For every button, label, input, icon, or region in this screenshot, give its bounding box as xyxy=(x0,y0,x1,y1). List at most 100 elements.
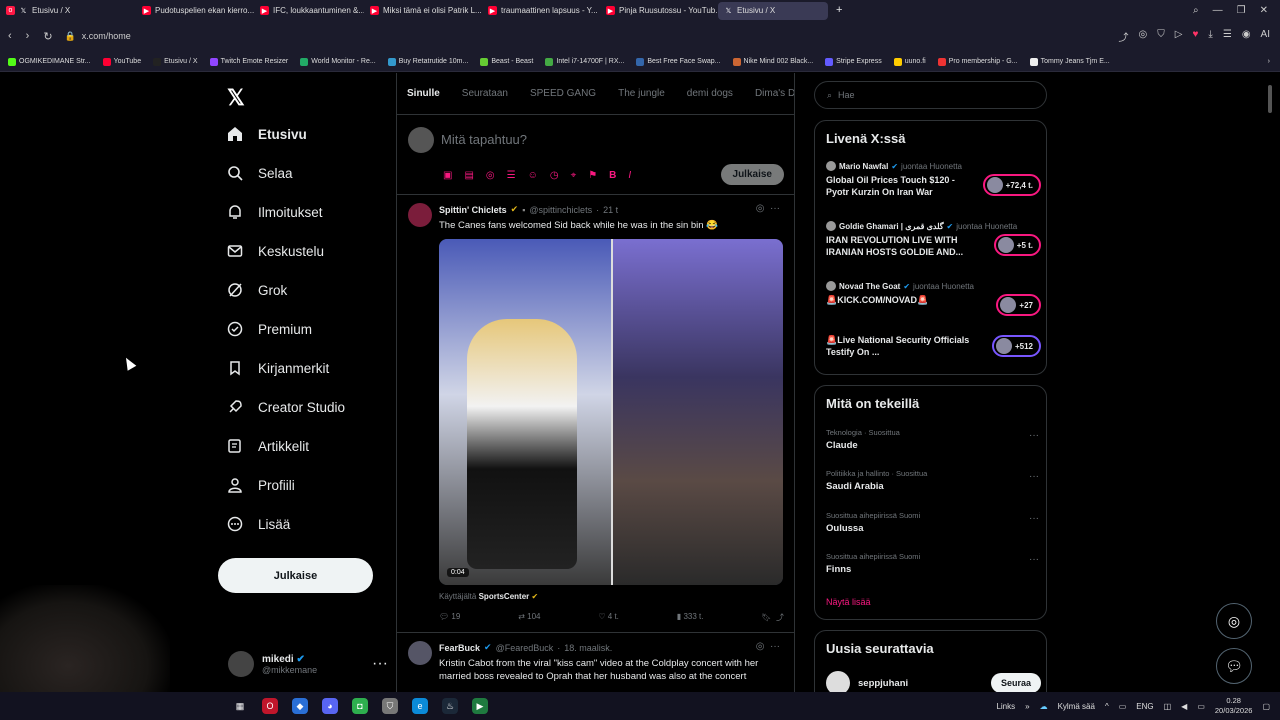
bookmark-item[interactable]: Nike Mind 002 Black... xyxy=(732,57,813,66)
nav-item-grok[interactable]: Grok xyxy=(226,281,287,299)
reload-icon[interactable]: ↻ xyxy=(43,30,52,43)
tab-list-dimas-dist[interactable]: Dima's Dist xyxy=(755,88,794,99)
tab-x-home-active[interactable]: 𝕏 Etusivu / X xyxy=(718,1,828,20)
language-label[interactable]: ENG xyxy=(1136,702,1153,711)
nav-item-more[interactable]: Lisää xyxy=(226,515,290,533)
italic-icon[interactable]: I xyxy=(628,170,631,181)
weather-label[interactable]: Kylmä sää xyxy=(1058,702,1095,711)
scrollbar[interactable] xyxy=(1268,73,1274,692)
nav-item-notifications[interactable]: Ilmoitukset xyxy=(226,203,323,221)
tweet-author-handle[interactable]: @spittinchiclets xyxy=(529,205,592,215)
bookmark-item[interactable]: Etusivu / X xyxy=(153,57,198,66)
bookmark-item[interactable]: Pro membership - G... xyxy=(937,57,1018,66)
folder-icon[interactable]: ▭ xyxy=(1119,702,1127,711)
camera-icon[interactable]: ◎ xyxy=(1139,29,1148,44)
nav-item-creator-studio[interactable]: Creator Studio xyxy=(226,398,345,416)
nav-item-home[interactable]: Etusivu xyxy=(226,125,307,143)
tab-youtube-3[interactable]: ▶ Miksi tämä ei olisi Patrik L... xyxy=(364,2,482,20)
post-button[interactable]: Julkaise xyxy=(218,558,373,593)
menu-icon[interactable]: ☰ xyxy=(1223,29,1232,44)
links-label[interactable]: Links xyxy=(996,702,1015,711)
trend-item[interactable]: Politiikka ja hallinto · Suosittua Saudi… xyxy=(826,469,1041,492)
account-switcher[interactable]: mikedi ✔ @mikkemane ··· xyxy=(228,646,388,682)
maximize-icon[interactable]: ❐ xyxy=(1237,5,1246,16)
bookmarks-overflow-icon[interactable]: › xyxy=(1268,58,1280,65)
tab-for-you[interactable]: Sinulle xyxy=(407,88,440,99)
download-icon[interactable]: ⤓ xyxy=(1208,29,1212,44)
more-dots-icon[interactable]: ··· xyxy=(372,655,388,673)
live-space-item[interactable]: Mario Nawfal ✔ juontaa Huonetta Global Oil… xyxy=(826,161,1041,198)
search-tabs-icon[interactable]: ⌕ xyxy=(1193,5,1199,16)
tweet[interactable]: Spittin' Chiclets ✔ ▪ @spittinchiclets ·… xyxy=(397,195,794,633)
avatar[interactable] xyxy=(408,641,432,665)
tab-youtube-1[interactable]: ▶ Pudotuspelien ekan kierro... xyxy=(136,2,254,20)
more-dots-icon[interactable]: ··· xyxy=(770,641,780,652)
forward-icon[interactable]: › xyxy=(26,30,30,43)
grok-float-button[interactable]: ◎ xyxy=(1216,603,1252,639)
back-icon[interactable]: ‹ xyxy=(8,30,12,43)
bookmark-item[interactable]: Beast - Beast xyxy=(480,57,533,66)
search-input[interactable]: ⌕ Hae xyxy=(814,81,1047,109)
nav-item-profile[interactable]: Profiili xyxy=(226,476,295,494)
tweet-author-handle[interactable]: @FearedBuck xyxy=(496,643,554,653)
chevron-right-icon[interactable]: » xyxy=(1025,702,1029,711)
live-space-item[interactable]: 🚨Live National Security Officials Testif… xyxy=(826,331,1041,358)
new-tab-button[interactable]: + xyxy=(828,4,850,16)
nav-item-bookmarks[interactable]: Kirjanmerkit xyxy=(226,359,329,377)
poll-icon[interactable]: ☰ xyxy=(507,170,516,181)
bookmark-item[interactable]: Twitch Emote Resizer xyxy=(209,57,288,66)
tab-following[interactable]: Seurataan xyxy=(462,88,508,99)
more-dots-icon[interactable]: ··· xyxy=(1029,430,1039,441)
compose-post-button[interactable]: Julkaise xyxy=(720,164,784,185)
more-dots-icon[interactable]: ··· xyxy=(770,203,780,214)
tab-x-home[interactable]: o 𝕏 Etusivu / X xyxy=(0,2,136,20)
reply-button[interactable]: 💬︎ 19 xyxy=(439,612,460,623)
image-icon[interactable]: ▣ xyxy=(443,170,452,181)
url-field[interactable]: 🔒 x.com/home xyxy=(65,31,131,42)
play-icon[interactable]: ▷ xyxy=(1175,29,1183,44)
discord-icon[interactable]: ◕ xyxy=(322,698,338,714)
tab-youtube-5[interactable]: ▶ Pinja Ruusutossu - YouTub... xyxy=(600,2,718,20)
opera-gx-icon[interactable]: O xyxy=(262,698,278,714)
avatar[interactable] xyxy=(408,203,432,227)
repost-button[interactable]: ⇄ 104 xyxy=(518,612,540,623)
tab-youtube-2[interactable]: ▶ IFC, loukkaantuminen &... xyxy=(254,2,364,20)
views-button[interactable]: ▮ 333 t. xyxy=(677,612,704,623)
tab-list-speed-gang[interactable]: SPEED GANG xyxy=(530,88,596,99)
bookmark-item[interactable]: Stripe Express xyxy=(825,57,882,66)
messages-float-button[interactable]: 💬︎ xyxy=(1216,648,1252,684)
live-space-item[interactable]: Novad The Goat ✔ juontaa Huonetta 🚨KICK.CO… xyxy=(826,281,1041,316)
bookmark-button[interactable]: 🔖︎ ⤴ xyxy=(761,612,784,623)
trend-item[interactable]: Suosittua aihepiirissä Suomi Oulussa ··· xyxy=(826,511,1041,534)
bold-icon[interactable]: B xyxy=(609,170,616,181)
grok-icon[interactable]: ◎ xyxy=(756,203,765,214)
tab-youtube-4[interactable]: ▶ traumaattinen lapsuus - Y... xyxy=(482,2,600,20)
notification-icon[interactable]: ▢ xyxy=(1262,702,1270,711)
app-green-icon[interactable]: ◘ xyxy=(352,698,368,714)
edge-icon[interactable]: e xyxy=(412,698,428,714)
share-icon[interactable]: ⤴ xyxy=(776,613,784,622)
bookmark-item[interactable]: Buy Retatrutide 10m... xyxy=(387,57,468,66)
bookmark-item[interactable]: YouTube xyxy=(102,57,141,66)
tab-list-demi-dogs[interactable]: demi dogs xyxy=(687,88,733,99)
grok-icon[interactable]: ◎ xyxy=(756,641,765,652)
tab-list-the-jungle[interactable]: The jungle xyxy=(618,88,665,99)
widgets-icon[interactable]: ◆ xyxy=(292,698,308,714)
tweet-author-name[interactable]: FearBuck xyxy=(439,643,480,653)
ai-icon[interactable]: AI xyxy=(1261,29,1270,44)
minimize-icon[interactable]: — xyxy=(1213,5,1223,16)
nav-item-explore[interactable]: Selaa xyxy=(226,164,293,182)
nav-item-premium[interactable]: Premium xyxy=(226,320,312,338)
chevron-up-icon[interactable]: ^ xyxy=(1105,702,1109,711)
nav-item-messages[interactable]: Keskustelu xyxy=(226,242,324,260)
tweet-time[interactable]: 21 t xyxy=(603,205,618,215)
grok-icon[interactable]: ◎ xyxy=(486,170,495,181)
more-dots-icon[interactable]: ··· xyxy=(1029,554,1039,565)
shield-app-icon[interactable]: ⛉ xyxy=(382,698,398,714)
battery-icon[interactable]: ▭ xyxy=(1197,702,1205,711)
volume-icon[interactable]: ◀ xyxy=(1181,702,1187,711)
live-space-item[interactable]: Goldie Ghamari | گلدی قمری ✔ juontaa Huone… xyxy=(826,221,1041,258)
share-icon[interactable]: ⤴ xyxy=(1119,29,1129,44)
shield-icon[interactable]: ⛉ xyxy=(1157,29,1165,44)
gif-icon[interactable]: ▤ xyxy=(464,170,473,181)
